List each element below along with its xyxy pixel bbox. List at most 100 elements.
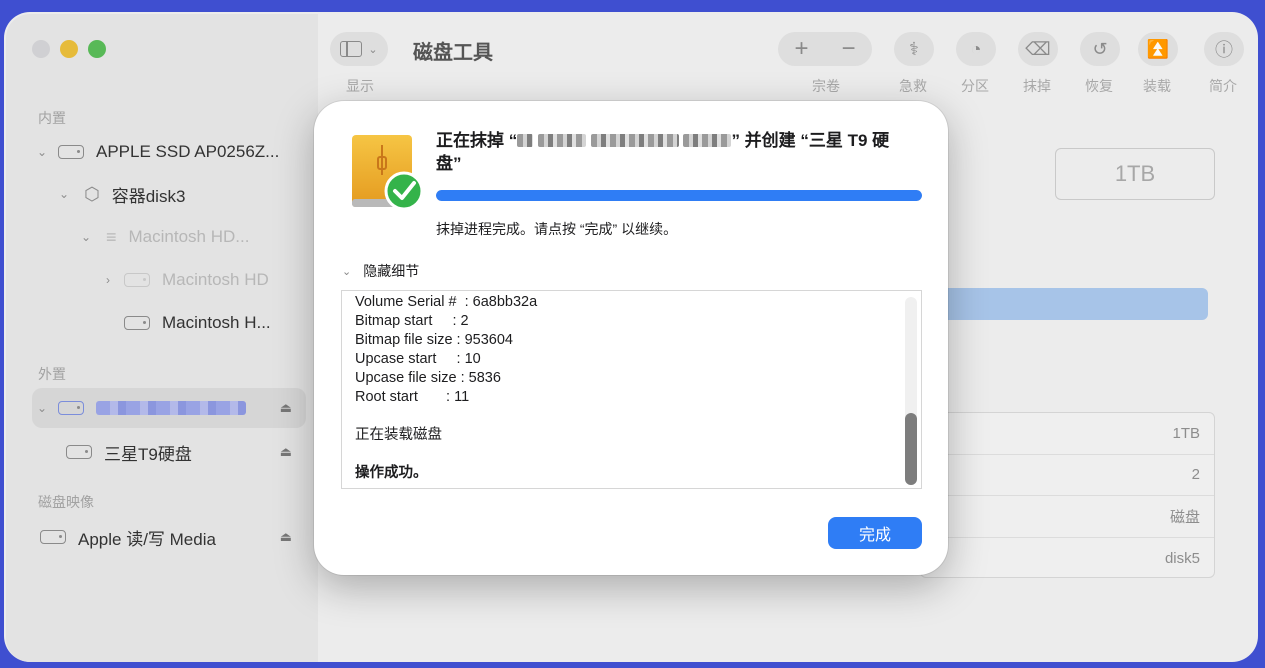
eject-icon[interactable]: ⏏ [280,400,292,416]
zoom-window-button[interactable] [88,40,106,58]
section-internal: 内置 [38,110,66,126]
log-line: Bitmap start : 2 [355,313,469,329]
internal-disk-icon [58,145,84,159]
sidebar-item-label: 三星T9硬盘 [104,444,192,464]
chevron-down-icon[interactable]: ⌄ [32,401,52,415]
log-line: 操作成功。 [355,465,428,481]
log-line: Bitmap file size : 953604 [355,332,513,348]
layers-icon: ≡ [106,226,117,247]
chevron-right-icon[interactable]: › [98,273,118,287]
hide-details-toggle[interactable]: ⌄ 隐藏细节 [342,261,419,281]
info-label: 简介 [1209,78,1237,94]
volume-label: 宗卷 [812,78,840,94]
chevron-down-icon[interactable]: ⌄ [76,230,96,244]
sidebar-item-macintosh-hd-data[interactable]: Macintosh H... [118,303,306,343]
sidebar-item-apple-rw-media[interactable]: Apple 读/写 Media ⏏ [32,517,306,557]
first-aid-label: 急救 [899,78,927,94]
minimize-window-button[interactable] [60,40,78,58]
restore-button[interactable]: ↺ [1080,32,1120,66]
volume-icon [124,316,150,330]
chevron-down-icon[interactable]: ⌄ [54,187,74,201]
erase-progress-bar [436,190,922,201]
eject-icon[interactable]: ⏏ [280,529,292,545]
container-cube-icon: ⬡ [84,183,100,204]
redacted-name-part [590,134,679,147]
volume-icon [66,445,92,459]
view-label: 显示 [346,78,374,94]
sidebar-item-label: Macintosh HD... [128,227,250,246]
done-button[interactable]: 完成 [828,517,922,549]
restore-label: 恢复 [1085,78,1113,94]
erase-icon: ⌫ [1025,38,1051,59]
restore-icon: ↺ [1092,38,1108,59]
info-row: 磁盘 [921,496,1214,538]
log-line: Root start : 11 [355,389,470,405]
sidebar-item-label: 容器disk3 [111,186,186,206]
log-line: Upcase file size : 5836 [355,370,501,386]
sidebar-item-label: APPLE SSD AP0256Z... [96,142,280,161]
info-table: 1TB 2 磁盘 disk5 [920,412,1215,578]
sidebar-item-container[interactable]: ⌄ ⬡ 容器disk3 [54,174,306,214]
sidebar-item-samsung-t9[interactable]: 三星T9硬盘 ⏏ [60,432,306,472]
sidebar-item-external-disk[interactable]: ⌄ ⏏ [32,388,306,428]
usage-bar [920,288,1208,320]
section-disk-images: 磁盘映像 [38,494,94,510]
remove-volume-icon[interactable]: − [841,35,855,63]
erase-progress-dialog: 正在抹掉 “ ” 并创建 “三星 T9 硬盘” 抹掉进程完成。请点按 “完成” … [314,101,948,575]
log-lines: Volume Serial # : 6a8bb32a Bitmap start :… [342,291,921,483]
volume-add-remove-buttons[interactable]: + − [778,32,872,66]
scrollbar-thumb[interactable] [905,413,917,485]
window-controls [32,40,106,58]
chevron-down-icon: ⌄ [368,43,378,56]
info-button[interactable]: ⓘ [1204,32,1244,66]
sidebar-toggle-icon [340,41,363,57]
chevron-down-icon: ⌄ [342,265,352,278]
eject-icon[interactable]: ⏏ [280,444,292,460]
stethoscope-icon: ⚕ [909,38,919,59]
sidebar: 内置 ⌄ APPLE SSD AP0256Z... ⌄ ⬡ 容器disk3 ⌄ … [6,14,318,662]
disk-image-icon [40,530,66,544]
partition-button[interactable]: ◔ [956,32,996,66]
sidebar-item-label: Macintosh HD [162,270,269,289]
volume-icon [124,273,150,287]
app-title: 磁盘工具 [413,42,493,64]
log-scrollbar[interactable] [905,297,917,485]
capacity-box: 1TB [1055,148,1215,200]
log-line: Volume Serial # : 6a8bb32a [355,294,538,310]
chevron-down-icon[interactable]: ⌄ [32,145,52,159]
external-disk-icon [58,401,84,415]
sidebar-item-label: Apple 读/写 Media [78,529,216,549]
sidebar-item-label: Macintosh H... [162,313,271,332]
sidebar-item-macintosh-hd-snapshot[interactable]: › Macintosh HD [98,260,306,300]
sidebar-item-macintosh-hd-volume-group[interactable]: ⌄ ≡ Macintosh HD... [76,217,306,257]
info-row: disk5 [1164,549,1200,567]
add-volume-icon[interactable]: + [794,35,808,63]
details-log[interactable]: Volume Serial # : 6a8bb32a Bitmap start :… [341,290,922,489]
erase-label: 抹掉 [1023,78,1051,94]
dialog-title-prefix: 正在抹掉 “ [436,131,518,150]
info-row: 1TB [921,413,1214,455]
close-window-button[interactable] [32,40,50,58]
info-icon: ⓘ [1215,40,1233,60]
erase-button[interactable]: ⌫ [1018,32,1058,66]
mount-icon: ⏫ [1146,38,1170,59]
mount-label: 装载 [1143,78,1171,94]
redacted-name-part [537,134,586,147]
sidebar-item-apple-ssd[interactable]: ⌄ APPLE SSD AP0256Z... [32,132,306,172]
log-line: 正在装载磁盘 [355,427,442,443]
redacted-name-part [517,134,534,147]
status-message: 抹掉进程完成。请点按 “完成” 以继续。 [436,221,678,237]
mount-button[interactable]: ⏫ [1138,32,1178,66]
first-aid-button[interactable]: ⚕ [894,32,934,66]
details-toggle-label: 隐藏细节 [363,263,420,279]
pie-chart-icon: ◔ [970,38,982,59]
redacted-name-part [683,134,732,147]
section-external: 外置 [38,366,66,382]
view-button[interactable]: ⌄ [330,32,388,66]
dialog-title: 正在抹掉 “ ” 并创建 “三星 T9 硬盘” [436,129,906,175]
toolbar: ⌄ 显示 磁盘工具 + − 宗卷 ⚕ 急救 ◔ 分区 ⌫ 抹掉 ↺ 恢复 ⏫ 装… [318,12,1258,102]
partition-label: 分区 [961,78,989,94]
log-line: Upcase start : 10 [355,351,481,367]
